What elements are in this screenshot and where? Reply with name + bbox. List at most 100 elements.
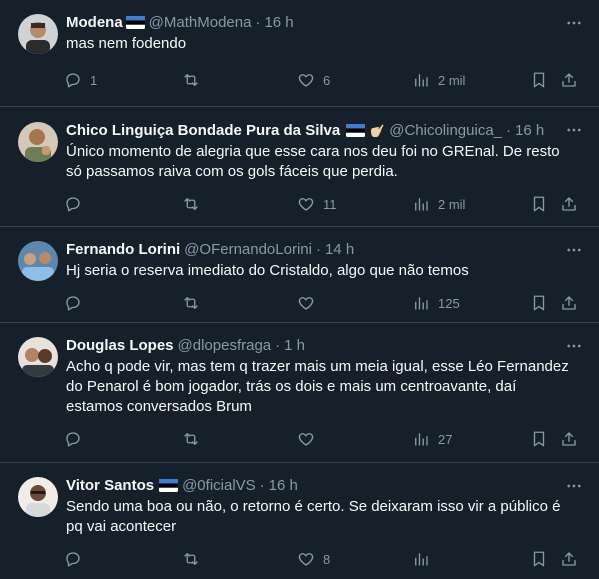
tweet[interactable]: Douglas Lopes @dlopesfraga · 1 h Acho q … — [0, 323, 599, 463]
reply-icon — [66, 296, 80, 311]
user-handle[interactable]: @MathModena — [149, 14, 252, 31]
bookmark-button[interactable] — [530, 195, 560, 213]
reply-button[interactable] — [64, 550, 182, 568]
tweet-text: mas nem fodendo — [66, 35, 187, 52]
tweet-text: Único momento de alegria que esse cara n… — [66, 143, 560, 180]
more-options-icon[interactable] — [565, 337, 583, 355]
tweet-text: Hj seria o reserva imediato do Cristaldo… — [66, 262, 469, 279]
tweet[interactable]: Fernando Lorini @OFernandoLorini · 14 h … — [0, 227, 599, 323]
separator: · — [275, 336, 281, 354]
reply-icon — [66, 73, 80, 88]
retweet-button[interactable] — [182, 71, 297, 89]
retweet-button[interactable] — [182, 550, 297, 568]
share-icon — [562, 432, 576, 446]
views-button[interactable]: 125 — [412, 294, 530, 312]
share-button[interactable] — [560, 195, 580, 213]
share-button[interactable] — [560, 294, 580, 312]
reply-icon — [66, 432, 80, 447]
reply-count: 1 — [90, 72, 98, 88]
timestamp[interactable]: 14 h — [325, 241, 354, 258]
share-button[interactable] — [560, 71, 580, 89]
more-options-icon[interactable] — [565, 241, 583, 259]
user-handle[interactable]: @Chicolinguica_ — [389, 122, 502, 139]
avatar[interactable] — [18, 477, 58, 517]
views-button[interactable]: 27 — [412, 430, 530, 448]
share-icon — [562, 73, 576, 87]
user-handle[interactable]: @OFernandoLorini — [184, 241, 312, 258]
bookmark-icon — [533, 72, 545, 88]
view-count: 2 mil — [438, 196, 466, 212]
reply-button[interactable]: 1 — [64, 71, 182, 89]
like-button[interactable] — [297, 294, 412, 312]
retweet-icon — [184, 553, 198, 565]
separator: · — [259, 476, 265, 494]
views-button[interactable]: 2 mil — [412, 195, 530, 213]
views-button[interactable]: 2 mil — [412, 71, 530, 89]
retweet-button[interactable] — [182, 195, 297, 213]
reply-button[interactable] — [64, 430, 182, 448]
separator: · — [255, 13, 261, 31]
like-button[interactable] — [297, 430, 412, 448]
timestamp[interactable]: 16 h — [269, 477, 298, 494]
timestamp[interactable]: 1 h — [284, 337, 305, 354]
display-name[interactable]: Douglas Lopes — [66, 337, 174, 354]
tweet-text: Acho q pode vir, mas tem q trazer mais u… — [66, 358, 569, 415]
tweet[interactable]: Modena @MathModena · 16 h mas nem fodend… — [0, 0, 599, 107]
bookmark-icon — [533, 431, 545, 447]
like-button[interactable]: 11 — [297, 195, 412, 213]
bookmark-button[interactable] — [530, 294, 560, 312]
like-count: 6 — [323, 72, 331, 88]
more-options-icon[interactable] — [565, 14, 583, 32]
analytics-icon — [415, 74, 428, 87]
heart-icon — [298, 433, 314, 446]
display-name[interactable]: Fernando Lorini — [66, 241, 180, 258]
user-handle[interactable]: @dlopesfraga — [178, 337, 272, 354]
analytics-icon — [415, 198, 428, 211]
reply-button[interactable] — [64, 294, 182, 312]
avatar[interactable] — [18, 241, 58, 281]
flag-icon — [346, 123, 366, 137]
heart-icon — [298, 297, 314, 310]
avatar[interactable] — [18, 14, 58, 54]
avatar[interactable] — [18, 337, 58, 377]
bookmark-button[interactable] — [530, 430, 560, 448]
action-bar: 8 — [64, 539, 583, 579]
share-button[interactable] — [560, 550, 580, 568]
timestamp[interactable]: 16 h — [515, 122, 544, 139]
more-options-icon[interactable] — [565, 477, 583, 495]
reply-button[interactable] — [64, 195, 182, 213]
display-name[interactable]: Modena — [66, 14, 123, 31]
view-count: 2 mil — [438, 72, 466, 88]
views-button[interactable] — [412, 550, 530, 568]
retweet-button[interactable] — [182, 430, 297, 448]
tweet[interactable]: Chico Linguiça Bondade Pura da Silva @Ch… — [0, 107, 599, 227]
bookmark-icon — [533, 196, 545, 212]
reply-icon — [66, 552, 80, 567]
like-button[interactable]: 8 — [297, 550, 412, 568]
display-name[interactable]: Chico Linguiça Bondade Pura da Silva — [66, 122, 340, 139]
retweet-icon — [184, 297, 198, 309]
bookmark-icon — [533, 551, 545, 567]
display-name[interactable]: Vitor Santos — [66, 477, 154, 494]
share-button[interactable] — [560, 430, 580, 448]
like-button[interactable]: 6 — [297, 71, 412, 89]
analytics-icon — [415, 553, 428, 566]
reply-icon — [66, 197, 80, 212]
avatar[interactable] — [18, 122, 58, 162]
tweet-text: Sendo uma boa ou não, o retorno é certo.… — [66, 498, 561, 535]
like-count: 11 — [323, 196, 337, 212]
tweet[interactable]: Vitor Santos @0ficialVS · 16 h Sendo uma… — [0, 463, 599, 567]
bookmark-button[interactable] — [530, 71, 560, 89]
heart-icon — [298, 74, 314, 87]
bookmark-button[interactable] — [530, 550, 560, 568]
retweet-icon — [184, 433, 198, 445]
bookmark-icon — [533, 295, 545, 311]
retweet-button[interactable] — [182, 294, 297, 312]
separator: · — [506, 121, 512, 139]
more-options-icon[interactable] — [565, 121, 583, 139]
timestamp[interactable]: 16 h — [264, 14, 293, 31]
heart-icon — [298, 553, 314, 566]
user-handle[interactable]: @0ficialVS — [182, 477, 256, 494]
heart-icon — [298, 198, 314, 211]
share-icon — [562, 197, 576, 211]
